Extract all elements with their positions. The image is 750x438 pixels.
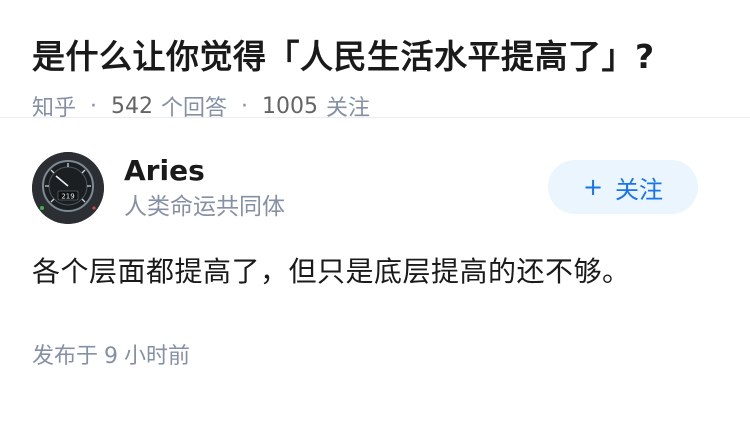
speedometer-icon: 219 <box>32 152 104 224</box>
time-value: 9 <box>104 344 119 369</box>
answer-count: 542 <box>111 93 154 119</box>
follow-count-label: 关注 <box>326 96 371 121</box>
avatar[interactable]: 219 <box>32 152 104 224</box>
author-bio: 人类命运共同体 <box>124 194 285 220</box>
question-title[interactable]: 是什么让你觉得「人民生活水平提高了」? <box>32 34 718 80</box>
meta-separator: · <box>90 93 98 119</box>
follow-count: 1005 <box>262 93 319 119</box>
meta-separator-2: · <box>241 93 249 119</box>
question-meta: 知乎 · 542 个回答 · 1005 关注 <box>32 90 718 122</box>
author-row: 219 Aries 人类命运共同体 + 关注 <box>32 150 718 226</box>
time-prefix: 发布于 <box>32 344 99 369</box>
question-header: 是什么让你觉得「人民生活水平提高了」? 知乎 · 542 个回答 · 1005 … <box>0 0 750 121</box>
follow-button-label: 关注 <box>615 175 664 204</box>
plus-icon: + <box>582 173 604 201</box>
answer-timestamp: 发布于 9 小时前 <box>32 338 718 370</box>
author-info: Aries 人类命运共同体 <box>124 154 285 222</box>
answer-count-label: 个回答 <box>161 96 228 121</box>
gauge-readout: 219 <box>61 193 74 201</box>
time-suffix: 小时前 <box>124 344 191 369</box>
answer-card: 219 Aries 人类命运共同体 + 关注 各个层面都提高了，但只是底层提高的… <box>0 150 750 370</box>
source-label[interactable]: 知乎 <box>32 90 76 122</box>
answer-content[interactable]: 各个层面都提高了，但只是底层提高的还不够。 <box>32 252 718 292</box>
author-name[interactable]: Aries <box>124 154 285 188</box>
follow-button[interactable]: + 关注 <box>548 160 698 214</box>
